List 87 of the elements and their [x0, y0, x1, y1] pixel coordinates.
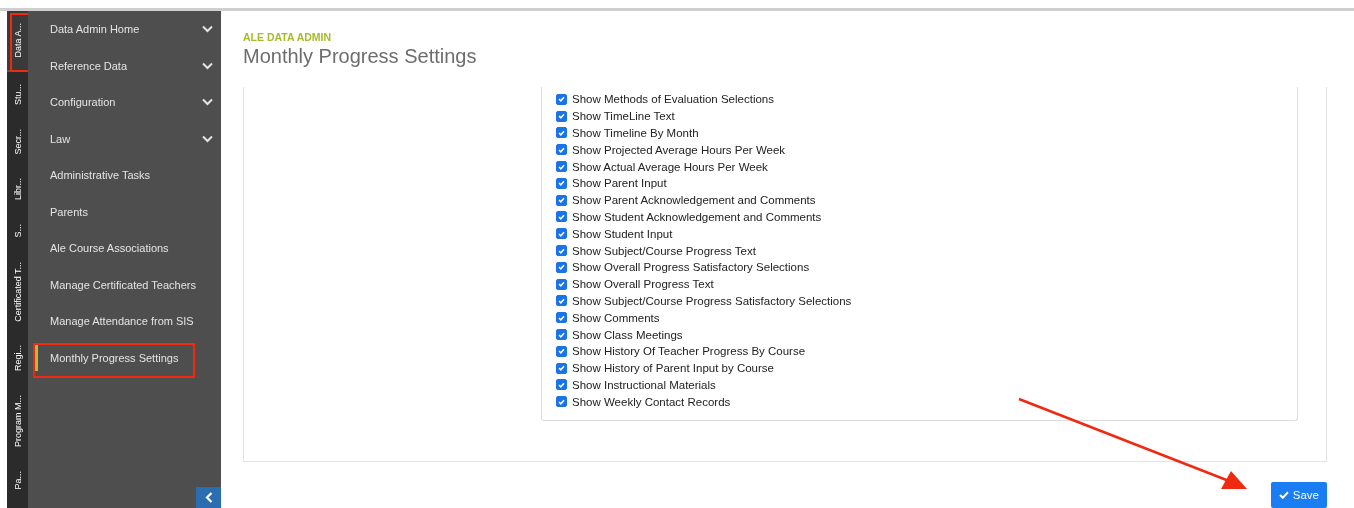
- chevron-down-icon: [202, 134, 213, 143]
- checkbox[interactable]: [556, 211, 567, 223]
- checkbox-label: Show Subject/Course Progress Satisfactory Selections: [572, 294, 852, 307]
- checkbox-label: Show Actual Average Hours Per Week: [572, 160, 768, 173]
- sidebar-item[interactable]: Manage Attendance from SIS: [28, 303, 221, 340]
- checkbox-label: Show Timeline By Month: [572, 127, 699, 139]
- vertical-tab[interactable]: S...: [7, 212, 28, 250]
- chevron-down-icon: [202, 25, 213, 34]
- check-icon: [558, 163, 565, 170]
- checkbox[interactable]: [556, 345, 567, 357]
- checkbox[interactable]: [556, 379, 567, 391]
- checkbox-label: Show Overall Progress Satisfactory Selections: [572, 261, 810, 274]
- checkbox-label: Show Overall Progress Text: [572, 278, 714, 291]
- check-icon: [558, 113, 565, 120]
- vertical-tab[interactable]: Program M...: [7, 383, 28, 460]
- chevron-down-icon: [202, 98, 213, 107]
- checkbox[interactable]: [556, 312, 567, 324]
- checkbox[interactable]: [556, 194, 567, 206]
- checkbox-label: Show Weekly Contact Records: [572, 395, 731, 408]
- checkbox-label: Show Class Meetings: [572, 328, 683, 341]
- checkbox-label: Show TimeLine Text: [572, 110, 675, 123]
- sidebar-item[interactable]: Reference Data: [28, 47, 221, 84]
- sidebar-item[interactable]: Configuration: [28, 84, 221, 121]
- checkbox[interactable]: [556, 245, 567, 257]
- checkbox[interactable]: [556, 93, 567, 105]
- check-icon: [558, 398, 565, 405]
- vertical-tab[interactable]: Pa...: [7, 459, 28, 502]
- vertical-tab[interactable]: Libr...: [7, 166, 28, 213]
- vertical-tab[interactable]: Certificated T...: [7, 249, 28, 334]
- chevron-down-icon: [202, 61, 213, 70]
- check-icon: [558, 297, 565, 304]
- breadcrumb: ALE DATA ADMIN: [243, 31, 333, 43]
- sidebar-item[interactable]: Data Admin Home: [28, 11, 221, 48]
- vertical-tab[interactable]: Stu...: [7, 71, 28, 117]
- check-icon: [558, 146, 565, 153]
- checkbox[interactable]: [556, 110, 567, 122]
- checkbox[interactable]: [556, 362, 567, 374]
- checkbox-label: Show Parent Acknowledgement and Comments: [572, 194, 816, 207]
- checkbox-label: Show Comments: [572, 311, 660, 324]
- sidebar-item[interactable]: Parents: [28, 193, 221, 230]
- check-icon: [558, 314, 565, 321]
- save-button[interactable]: Save: [1270, 482, 1327, 508]
- check-icon: [558, 381, 565, 388]
- checkbox[interactable]: [556, 127, 567, 139]
- vertical-tab[interactable]: Data A...: [7, 11, 28, 72]
- check-icon: [558, 365, 565, 372]
- checkbox-label: Show Parent Input: [572, 177, 667, 190]
- checkbox[interactable]: [556, 144, 567, 156]
- checkbox[interactable]: [556, 261, 567, 273]
- checkbox[interactable]: [556, 278, 567, 290]
- check-icon: [558, 230, 565, 237]
- sidebar-item[interactable]: Law: [28, 120, 221, 157]
- check-icon: [558, 281, 565, 288]
- collapse-button[interactable]: [196, 487, 221, 508]
- page-title: Monthly Progress Settings: [243, 44, 478, 69]
- selection-bar: [34, 344, 38, 371]
- checkbox[interactable]: [556, 228, 567, 240]
- checkbox[interactable]: [556, 177, 567, 189]
- chevron-left-icon: [204, 492, 213, 503]
- check-icon: [558, 130, 565, 136]
- vertical-tab[interactable]: Regi...: [7, 333, 28, 384]
- checkbox-label: Show Student Input: [572, 227, 673, 240]
- checkbox-label: Show Projected Average Hours Per Week: [572, 143, 786, 156]
- checkbox-label: Show History Of Teacher Progress By Course: [572, 345, 806, 358]
- checkbox[interactable]: [556, 396, 567, 408]
- checkbox[interactable]: [556, 295, 567, 307]
- check-icon: [1278, 491, 1289, 499]
- check-icon: [558, 96, 565, 103]
- check-icon: [558, 348, 565, 355]
- check-icon: [558, 331, 565, 338]
- check-icon: [558, 264, 565, 271]
- checkbox-label: Show Subject/Course Progress Text: [572, 244, 756, 257]
- sidebar-item[interactable]: Monthly Progress Settings: [28, 339, 221, 376]
- check-icon: [558, 213, 565, 220]
- check-icon: [558, 247, 565, 254]
- check-icon: [558, 180, 565, 187]
- checkbox-label: Show Methods of Evaluation Selections: [572, 93, 774, 106]
- checkbox-label: Show Instructional Materials: [572, 378, 716, 391]
- checkbox-label: Show Student Acknowledgement and Comments: [572, 210, 822, 223]
- sidebar-item[interactable]: Administrative Tasks: [28, 157, 221, 194]
- checkbox[interactable]: [556, 161, 567, 173]
- checkbox[interactable]: [556, 329, 567, 341]
- vertical-tab[interactable]: Secr...: [7, 116, 28, 167]
- sidebar-item[interactable]: Ale Course Associations: [28, 230, 221, 267]
- sidebar-item[interactable]: Manage Certificated Teachers: [28, 266, 221, 303]
- check-icon: [558, 197, 565, 204]
- checkbox-label: Show History of Parent Input by Course: [572, 362, 774, 375]
